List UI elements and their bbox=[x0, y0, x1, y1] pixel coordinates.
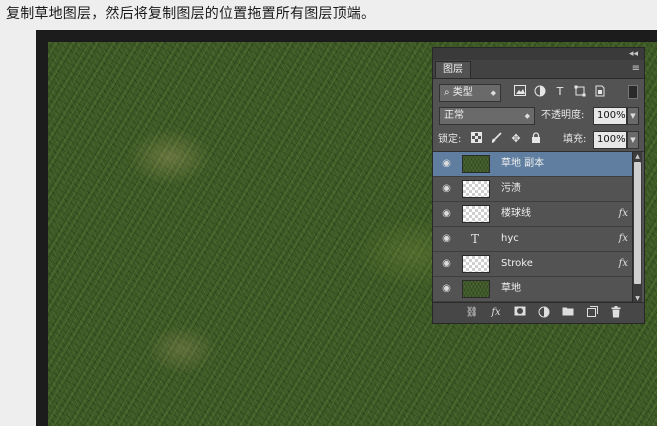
type-layer-icon: T bbox=[471, 232, 480, 246]
panel-tab-bar: 图层 ≡ bbox=[433, 60, 644, 79]
layer-row-stain[interactable]: ◉ 污渍 bbox=[433, 177, 632, 202]
eye-visibility-icon[interactable]: ◉ bbox=[441, 283, 452, 294]
layers-list: ◉ 草地 副本 ◉ 污渍 ◉ 楼球线 fx ◉ T hyc fx ◉ Strok… bbox=[433, 152, 632, 304]
opacity-dropdown-button[interactable]: ▼ bbox=[627, 107, 639, 125]
filter-kind-label: 类型 bbox=[452, 87, 473, 98]
fill-label: 填充: bbox=[563, 134, 587, 145]
eye-visibility-icon[interactable]: ◉ bbox=[441, 158, 452, 169]
lock-position-move-icon[interactable]: ✥ bbox=[509, 132, 523, 146]
layers-bottom-toolbar: ⛓ fx bbox=[433, 302, 644, 323]
layer-thumbnail bbox=[462, 280, 490, 298]
blend-row: 正常 ◆ 不透明度: 100% ▼ bbox=[433, 105, 644, 127]
layers-scrollbar[interactable]: ▲ ▼ bbox=[632, 152, 642, 304]
lock-row: 锁定: ✥ 填充: 100% ▼ bbox=[433, 129, 644, 152]
lock-label: 锁定: bbox=[438, 134, 462, 145]
fx-effects-icon[interactable]: fx bbox=[619, 206, 628, 222]
filter-toggle-switch[interactable] bbox=[628, 85, 638, 99]
new-group-folder-icon[interactable] bbox=[561, 306, 575, 320]
scroll-up-arrow-icon[interactable]: ▲ bbox=[633, 152, 642, 162]
chevron-down-icon: ◆ bbox=[490, 89, 496, 97]
layer-name: 污渍 bbox=[501, 183, 521, 194]
layer-name: Stroke bbox=[501, 258, 533, 269]
eye-visibility-icon[interactable]: ◉ bbox=[441, 183, 452, 194]
layer-name: 草地 副本 bbox=[501, 158, 545, 169]
layer-thumbnail bbox=[462, 255, 490, 273]
fill-dropdown-button[interactable]: ▼ bbox=[627, 131, 639, 149]
add-mask-icon[interactable] bbox=[513, 306, 527, 320]
filter-shape-icon[interactable] bbox=[573, 85, 587, 99]
blend-mode-label: 正常 bbox=[444, 110, 464, 121]
tab-layers[interactable]: 图层 bbox=[435, 61, 471, 78]
panel-menu-icon[interactable]: ≡ bbox=[632, 62, 640, 76]
filter-row: ⌕ 类型 ◆ T bbox=[433, 80, 644, 104]
layer-name: 草地 bbox=[501, 283, 521, 294]
lock-transparent-pixels-icon[interactable] bbox=[469, 132, 483, 146]
collapse-panel-icon[interactable]: ◂◂ bbox=[629, 48, 638, 60]
layer-row-grass[interactable]: ◉ 草地 bbox=[433, 277, 632, 302]
delete-layer-trash-icon[interactable] bbox=[609, 306, 623, 320]
layer-name: hyc bbox=[501, 233, 519, 244]
layer-thumbnail bbox=[462, 180, 490, 198]
filter-smart-object-icon[interactable] bbox=[593, 85, 607, 99]
blend-mode-select[interactable]: 正常 ◆ bbox=[439, 107, 535, 125]
filter-kind-select[interactable]: ⌕ 类型 ◆ bbox=[439, 84, 501, 102]
scroll-thumb[interactable] bbox=[634, 162, 641, 284]
opacity-label: 不透明度: bbox=[541, 110, 585, 121]
layer-thumbnail bbox=[462, 155, 490, 173]
eye-visibility-icon[interactable]: ◉ bbox=[441, 233, 452, 244]
instruction-caption: 复制草地图层，然后将复制图层的位置拖置所有图层顶端。 bbox=[6, 6, 376, 22]
layer-row-stroke[interactable]: ◉ Stroke fx bbox=[433, 252, 632, 277]
filter-type-icon[interactable]: T bbox=[553, 85, 567, 99]
layer-name: 楼球线 bbox=[501, 208, 531, 219]
add-layer-style-fx-icon[interactable]: fx bbox=[489, 306, 503, 320]
layers-panel: ◂◂ 图层 ≡ ⌕ 类型 ◆ T 正常 ◆ 不透明度: 100% ▼ 锁定: ✥… bbox=[432, 47, 645, 324]
eye-visibility-icon[interactable]: ◉ bbox=[441, 208, 452, 219]
layer-thumbnail bbox=[462, 205, 490, 223]
layer-row-hyc[interactable]: ◉ T hyc fx bbox=[433, 227, 632, 252]
lock-all-icon[interactable] bbox=[529, 132, 543, 146]
link-layers-icon[interactable]: ⛓ bbox=[465, 306, 479, 320]
layer-row-grass-copy[interactable]: ◉ 草地 副本 bbox=[433, 152, 632, 177]
fill-input[interactable]: 100% bbox=[593, 131, 627, 149]
opacity-input[interactable]: 100% bbox=[593, 107, 627, 125]
search-icon: ⌕ bbox=[444, 87, 450, 98]
fx-effects-icon[interactable]: fx bbox=[619, 256, 628, 272]
filter-pixel-icon[interactable] bbox=[513, 85, 527, 99]
new-layer-icon[interactable] bbox=[585, 306, 599, 320]
chevron-down-icon: ◆ bbox=[524, 112, 530, 120]
eye-visibility-icon[interactable]: ◉ bbox=[441, 258, 452, 269]
filter-adjustment-icon[interactable] bbox=[533, 85, 547, 99]
fx-effects-icon[interactable]: fx bbox=[619, 231, 628, 247]
new-adjustment-layer-icon[interactable] bbox=[537, 306, 551, 320]
layer-row-lines[interactable]: ◉ 楼球线 fx bbox=[433, 202, 632, 227]
lock-image-pixels-brush-icon[interactable] bbox=[489, 132, 503, 146]
